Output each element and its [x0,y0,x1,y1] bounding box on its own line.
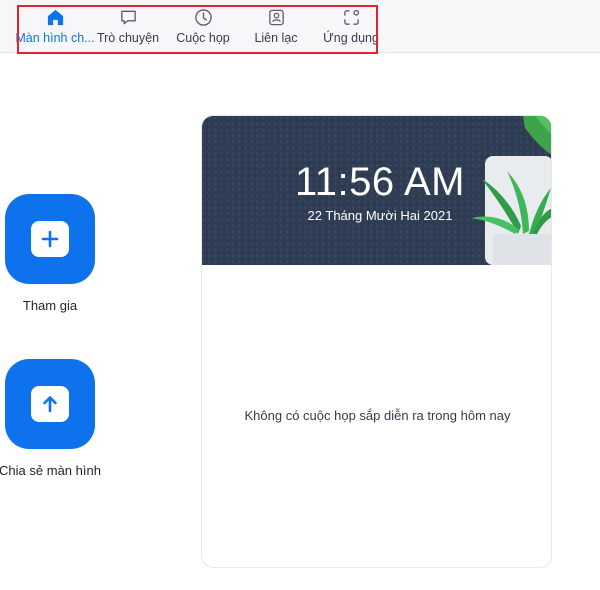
clock-banner: 11:56 AM 22 Tháng Mười Hai 2021 [202,116,551,265]
tab-meetings[interactable]: Cuộc họp [175,8,231,46]
no-meetings-message: Không có cuộc họp sắp diễn ra trong hôm … [244,408,511,423]
tab-chat[interactable]: Trò chuyện [97,8,159,46]
tab-home-label: Màn hình ch... [15,31,95,45]
join-button[interactable] [5,194,95,284]
plus-icon [31,221,69,257]
current-time: 11:56 AM [294,160,466,204]
chat-icon [120,10,136,25]
apps-icon [343,9,359,25]
contact-icon [268,9,284,26]
arrow-up-icon [31,386,69,422]
tab-chat-label: Trò chuyện [96,31,160,45]
upcoming-meetings-card: 11:56 AM 22 Tháng Mười Hai 2021 Không có… [201,115,552,568]
clock-icon [194,9,212,26]
share-screen-button[interactable] [5,359,95,449]
home-icon [47,9,63,26]
tab-apps-label: Ứng dụng [323,31,379,45]
top-nav-bar: Màn hình ch... Trò chuyện Cuộc họp Liên … [0,0,600,53]
tab-meetings-label: Cuộc họp [176,31,230,45]
join-action: Tham gia [0,194,105,313]
tab-apps[interactable]: Ứng dụng [320,8,382,46]
plant-illustration [471,116,551,265]
tab-contacts-label: Liên lạc [254,31,298,45]
current-date: 22 Tháng Mười Hai 2021 [307,208,453,223]
tab-contacts[interactable]: Liên lạc [250,8,302,46]
share-screen-action: Chia sẻ màn hình [0,359,105,478]
join-label: Tham gia [22,298,78,313]
share-screen-label: Chia sẻ màn hình [0,463,101,478]
tab-home[interactable]: Màn hình ch... [12,8,98,46]
